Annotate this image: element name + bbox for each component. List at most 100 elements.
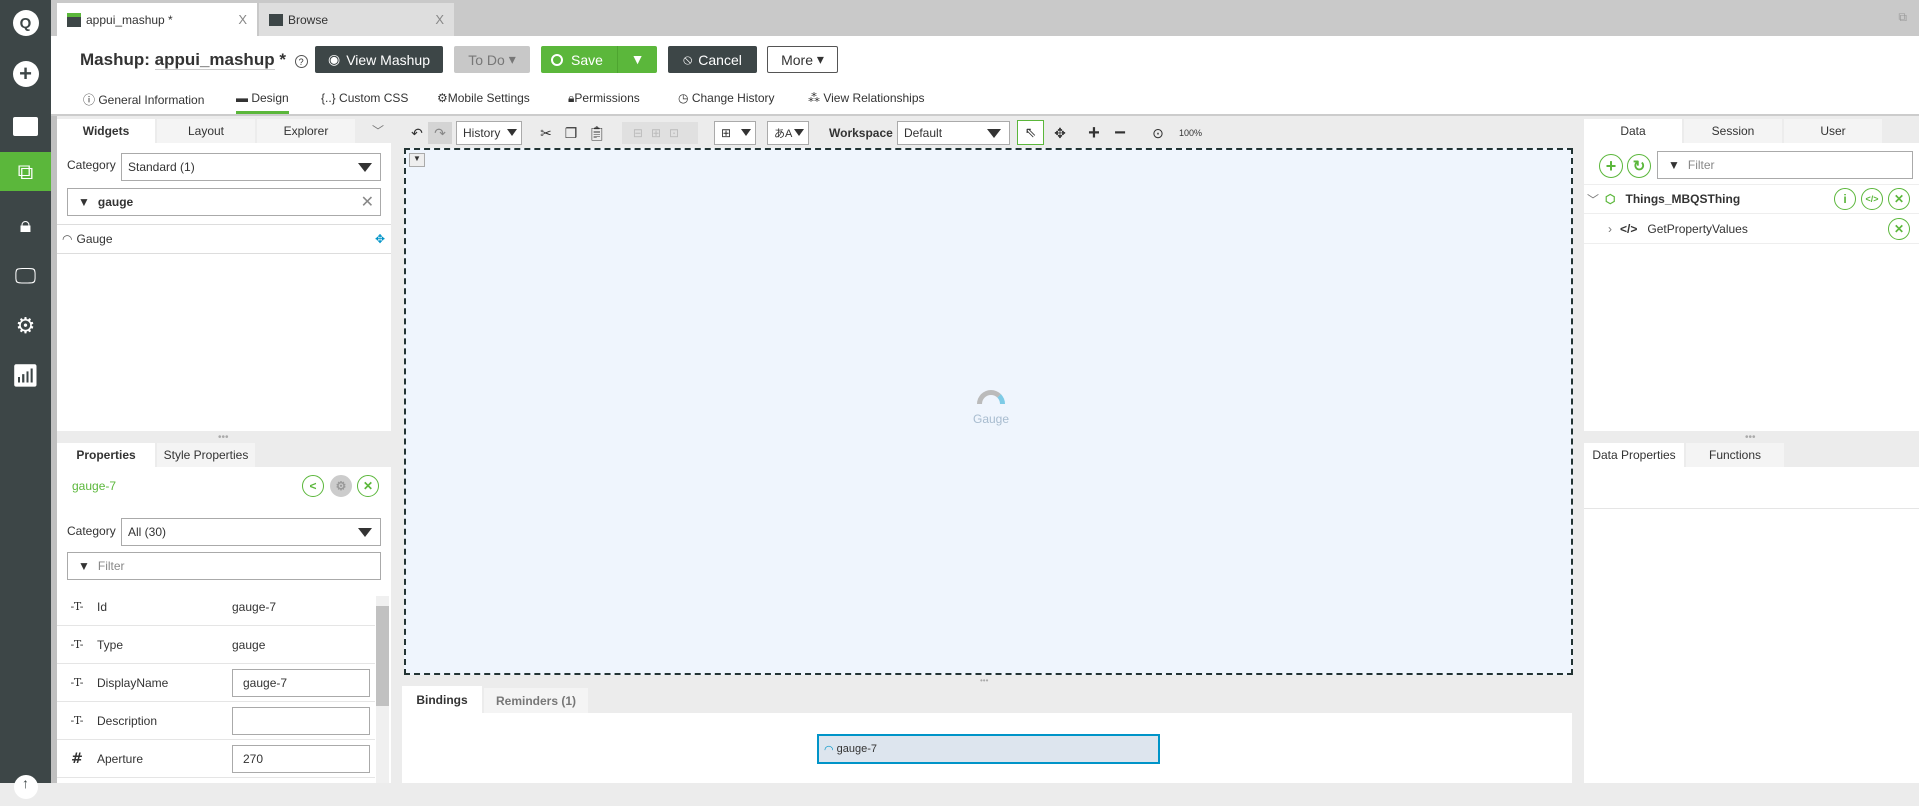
widget-list-item[interactable]: ◠ Gauge ✥ xyxy=(57,224,391,254)
add-icon[interactable]: + xyxy=(0,55,51,93)
text-type-icon: -T- xyxy=(70,714,84,727)
property-category-select[interactable]: All (30) xyxy=(121,518,381,546)
text-type-icon: -T- xyxy=(70,676,84,689)
tab-design[interactable]: ▬ Design xyxy=(236,91,289,114)
property-row-type: -T- Type gauge xyxy=(57,626,375,664)
remove-icon[interactable]: ✕ xyxy=(1888,188,1910,210)
tab-style-properties[interactable]: Style Properties xyxy=(157,443,255,467)
gear-icon[interactable]: ⚙ xyxy=(330,475,352,497)
left-splitter[interactable] xyxy=(393,116,402,783)
add-data-icon[interactable]: + xyxy=(1599,154,1623,178)
paste-icon[interactable]: 📋︎ xyxy=(588,122,606,144)
aperture-input[interactable]: 270 xyxy=(232,744,370,773)
service-row[interactable]: › </> GetPropertyValues xyxy=(1584,214,1919,244)
gauge-widget[interactable]: Gauge xyxy=(961,390,1021,426)
tab-functions[interactable]: Functions xyxy=(1686,443,1784,467)
splitter-handle[interactable]: ••• xyxy=(218,432,229,443)
undo-icon[interactable]: ↶ xyxy=(408,122,426,144)
remove-icon[interactable]: ✕ xyxy=(357,475,379,497)
cut-icon[interactable]: ✂ xyxy=(537,122,555,144)
binding-widget-gauge-7[interactable]: ◠ gauge-7 xyxy=(817,734,1160,764)
tab-session[interactable]: Session xyxy=(1684,119,1782,143)
description-input[interactable] xyxy=(232,706,370,735)
refresh-icon[interactable]: ↻ xyxy=(1627,154,1651,178)
monitor-icon[interactable]: 🖵︎ xyxy=(0,257,51,295)
upload-icon[interactable]: ↑ xyxy=(0,768,51,806)
tab-label: appui_mashup * xyxy=(86,12,173,27)
layout-select[interactable]: ⊞ xyxy=(714,121,756,145)
chevron-down-icon[interactable]: ﹀ xyxy=(1587,191,1599,208)
folder-icon[interactable] xyxy=(0,107,51,145)
view-mashup-button[interactable]: ◉ View Mashup xyxy=(315,46,443,73)
zoom-in-icon[interactable]: + xyxy=(1084,122,1104,144)
copy-icon[interactable]: ❐ xyxy=(562,122,580,144)
info-icon[interactable]: i xyxy=(1834,188,1856,210)
code-icon[interactable]: </> xyxy=(1861,188,1883,210)
right-splitter[interactable] xyxy=(1573,116,1584,783)
property-filter-input[interactable]: ▼ Filter xyxy=(67,552,381,580)
tab-custom-css[interactable]: {..} Custom CSS xyxy=(321,91,408,114)
zoom-reset-icon[interactable]: ⊙ xyxy=(1148,122,1168,144)
tab-view-relationships[interactable]: ⁂ View Relationships xyxy=(808,91,925,114)
tab-layout[interactable]: Layout xyxy=(157,119,255,143)
tab-general-information[interactable]: ⓘ General Information xyxy=(83,91,204,114)
mashup-name[interactable]: appui_mashup xyxy=(154,50,275,70)
close-icon[interactable]: X xyxy=(435,12,444,27)
displayname-input[interactable]: gauge-7 xyxy=(232,668,370,697)
mashup-icon[interactable]: ⧉ xyxy=(0,152,51,191)
tab-data[interactable]: Data xyxy=(1584,119,1682,143)
tab-bindings[interactable]: Bindings xyxy=(402,686,482,713)
drag-icon[interactable]: ✥ xyxy=(375,232,385,246)
share-icon[interactable]: < xyxy=(302,475,324,497)
chevron-down-icon[interactable]: ﹀ xyxy=(372,122,384,139)
thing-icon: ⬡ xyxy=(1605,192,1616,206)
properties-scrollbar[interactable] xyxy=(376,596,389,783)
chevron-right-icon[interactable]: › xyxy=(1608,222,1612,236)
widget-category-select[interactable]: Standard (1) xyxy=(121,153,381,181)
tab-mobile-settings[interactable]: ⚙Mobile Settings xyxy=(437,91,530,114)
eye-icon: ◉ xyxy=(327,51,341,67)
splitter-handle[interactable]: ••• xyxy=(980,676,988,685)
tab-change-history[interactable]: ◷ Change History xyxy=(678,91,775,114)
tab-appui-mashup[interactable]: appui_mashup * X xyxy=(57,3,257,36)
widget-filter-input[interactable]: ▼ gauge ✕ xyxy=(67,188,381,216)
cancel-button[interactable]: ⦸ Cancel xyxy=(668,46,757,73)
analytics-icon[interactable]: 📶︎ xyxy=(0,357,51,395)
zoom-out-icon[interactable]: − xyxy=(1110,122,1130,144)
data-filter-input[interactable]: ▼ Filter xyxy=(1657,151,1913,179)
language-select[interactable]: あA xyxy=(767,121,809,145)
splitter-handle[interactable]: ••• xyxy=(1745,432,1756,443)
more-button[interactable]: More ▾ xyxy=(767,46,838,73)
tab-data-properties[interactable]: Data Properties xyxy=(1584,443,1684,467)
text-type-icon: -T- xyxy=(70,600,84,613)
remove-icon[interactable]: ✕ xyxy=(1888,218,1910,240)
gear-icon[interactable]: ⚙ xyxy=(0,307,51,345)
workspace-select[interactable]: Default xyxy=(897,121,1010,145)
tab-reminders[interactable]: Reminders (1) xyxy=(484,688,588,713)
save-button[interactable]: Save ▼ xyxy=(541,46,657,73)
history-select[interactable]: History xyxy=(456,121,522,145)
redo-icon[interactable]: ↷ xyxy=(428,122,452,144)
help-icon[interactable]: ? xyxy=(294,55,308,68)
pointer-tool-icon[interactable]: ⇖ xyxy=(1017,120,1044,145)
todo-button[interactable]: To Do ▾ xyxy=(454,46,530,73)
tab-properties[interactable]: Properties xyxy=(57,443,155,467)
save-icon xyxy=(551,53,563,66)
tab-widgets[interactable]: Widgets xyxy=(57,119,155,143)
canvas-menu-icon[interactable]: ▼ xyxy=(409,153,425,167)
mashup-canvas[interactable]: ▼ Gauge xyxy=(404,148,1573,675)
tab-permissions[interactable]: 🔒︎Permissions xyxy=(568,91,640,114)
folder-icon xyxy=(269,13,283,26)
close-icon[interactable]: X xyxy=(238,12,247,27)
tab-user[interactable]: User xyxy=(1784,119,1882,143)
clear-icon[interactable]: ✕ xyxy=(361,192,374,212)
popout-icon[interactable]: ⧉ xyxy=(1898,10,1907,25)
tab-browse[interactable]: Browse X xyxy=(259,3,454,36)
property-row-id: -T- Id gauge-7 xyxy=(57,588,375,626)
tab-explorer[interactable]: Explorer xyxy=(257,119,355,143)
lock-icon[interactable]: 🔒︎ xyxy=(0,206,51,244)
search-icon[interactable]: Q xyxy=(0,4,51,42)
save-dropdown-icon[interactable]: ▼ xyxy=(617,46,657,73)
filter-icon: ▼ xyxy=(1668,158,1680,172)
move-tool-icon[interactable]: ✥ xyxy=(1050,122,1070,144)
